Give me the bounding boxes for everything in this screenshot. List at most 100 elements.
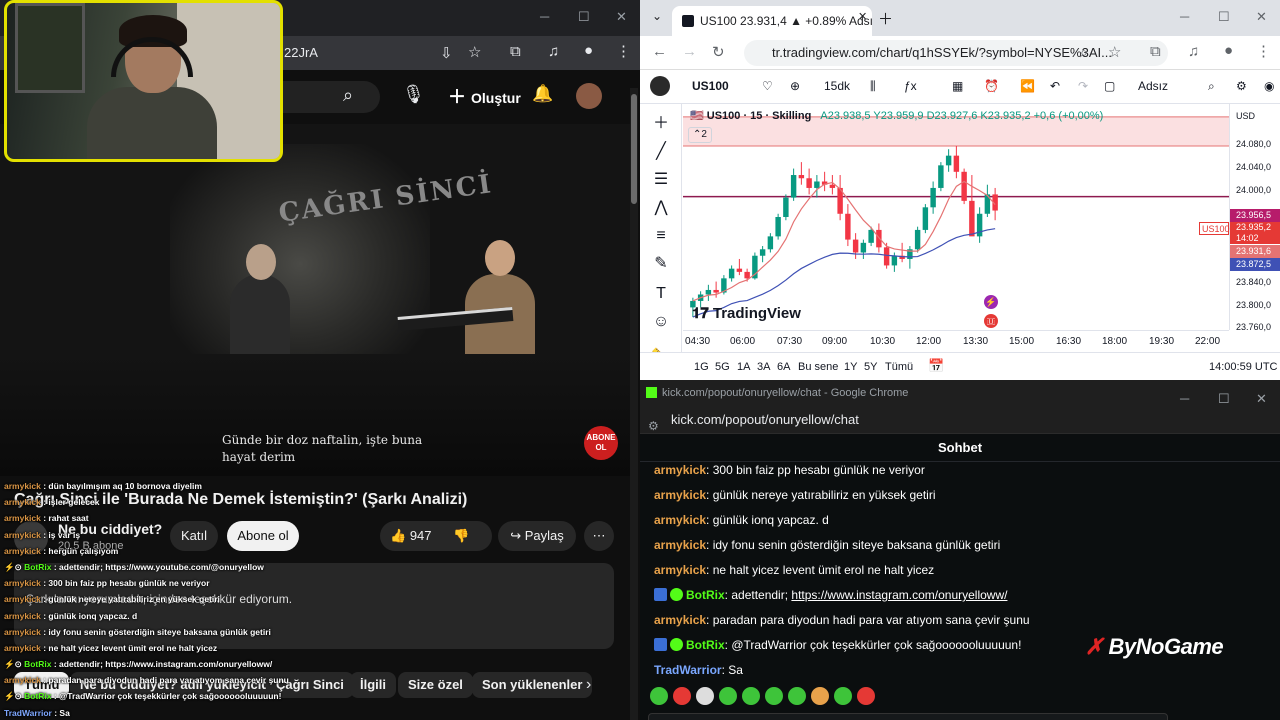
kick-url-bar[interactable]: ⚙ kick.com/popout/onuryellow/chat xyxy=(640,406,1280,434)
minimize-icon[interactable]: ─ xyxy=(540,9,549,24)
account-avatar[interactable] xyxy=(576,83,602,109)
chat-username[interactable]: BotRix xyxy=(686,588,725,602)
mic-icon[interactable]: 🎙 xyxy=(402,84,425,105)
profile-icon[interactable]: ● xyxy=(1224,42,1233,59)
trendline-icon[interactable]: ╱ xyxy=(650,142,672,162)
scrollbar-thumb[interactable] xyxy=(631,94,637,204)
fib-icon[interactable]: ≡ xyxy=(650,226,672,246)
range-button[interactable]: 1Y xyxy=(844,361,857,373)
alert-icon[interactable]: ⏰ xyxy=(984,79,999,93)
chart-type-icon[interactable]: ⫼ xyxy=(870,79,876,94)
chat-username[interactable]: BotRix xyxy=(686,638,725,652)
subscribe-watermark[interactable]: ABONE OL xyxy=(584,426,618,460)
reload-icon[interactable]: ↻ xyxy=(712,43,725,61)
chat-input[interactable] xyxy=(648,713,1168,720)
range-button[interactable]: 5Y xyxy=(864,361,877,373)
range-button[interactable]: 5G xyxy=(715,361,730,373)
new-tab-icon[interactable]: ＋ xyxy=(878,8,893,29)
layout-icon[interactable]: ▢ xyxy=(1104,79,1115,93)
search-icon[interactable]: ⌕ xyxy=(343,85,353,106)
user-avatar[interactable] xyxy=(650,76,670,96)
zoom-icon[interactable]: ⌕ xyxy=(1080,44,1088,61)
bookmark-star-icon[interactable]: ☆ xyxy=(468,43,481,61)
tab-tradingview[interactable]: US100 23.931,4 ▲ +0.89% Adsız xyxy=(672,6,872,36)
tab-search-icon[interactable]: ⌄ xyxy=(652,9,662,23)
event-flag-icon[interactable]: 🇺 xyxy=(984,314,998,328)
close-icon[interactable]: ✕ xyxy=(616,9,627,25)
yt-url[interactable]: 22JrA xyxy=(284,45,318,60)
chat-username[interactable]: armykick xyxy=(654,463,706,477)
install-icon[interactable]: ⇩ xyxy=(440,44,453,62)
emote-icon[interactable] xyxy=(673,687,691,705)
chat-username[interactable]: armykick xyxy=(654,513,706,527)
currency-label[interactable]: USD xyxy=(1236,111,1255,121)
create-button[interactable]: ＋ Oluştur xyxy=(440,82,529,112)
emote-icon[interactable] xyxy=(650,687,668,705)
menu-dots-icon[interactable]: ⋮ xyxy=(1256,42,1271,60)
price-chart[interactable] xyxy=(683,104,1229,330)
compare-icon[interactable]: ⊕ xyxy=(790,79,800,93)
extensions-icon[interactable]: ⧉ xyxy=(1150,43,1161,60)
media-icon[interactable]: ♫ xyxy=(1188,43,1199,60)
horizontal-lines-icon[interactable]: ☰ xyxy=(650,170,672,190)
interval-select[interactable]: 15dk xyxy=(824,79,850,93)
bookmark-star-icon[interactable]: ☆ xyxy=(1108,43,1121,61)
crosshair-icon[interactable]: ＋ xyxy=(650,114,672,134)
chat-username[interactable]: armykick xyxy=(654,613,706,627)
menu-dots-icon[interactable]: ⋮ xyxy=(616,42,631,60)
watchlist-add-icon[interactable]: ♡ xyxy=(762,79,773,93)
text-tool-icon[interactable]: T xyxy=(650,284,672,304)
emoji-icon[interactable]: ☺ xyxy=(650,312,672,332)
range-button[interactable]: 1A xyxy=(737,361,750,373)
chat-link[interactable]: https://www.instagram.com/onuryelloww/ xyxy=(791,588,1007,602)
utc-clock[interactable]: 14:00:59 UTC xyxy=(1209,361,1277,373)
emote-icon[interactable] xyxy=(765,687,783,705)
pitchfork-icon[interactable]: ⋀ xyxy=(650,198,672,218)
range-button[interactable]: 1G xyxy=(694,361,709,373)
emote-icon[interactable] xyxy=(834,687,852,705)
range-button[interactable]: 3A xyxy=(757,361,770,373)
replay-icon[interactable]: ⏪ xyxy=(1020,79,1035,93)
forward-icon[interactable]: → xyxy=(682,43,697,60)
minimize-icon[interactable]: ─ xyxy=(1180,9,1189,24)
redo-icon[interactable]: ↷ xyxy=(1078,79,1088,93)
media-icon[interactable]: ♫ xyxy=(548,43,559,60)
emote-icon[interactable] xyxy=(811,687,829,705)
settings-gear-icon[interactable]: ⚙ xyxy=(1236,79,1247,93)
extensions-icon[interactable]: ⧉ xyxy=(510,43,521,60)
emote-icon[interactable] xyxy=(857,687,875,705)
back-icon[interactable]: ← xyxy=(652,43,667,60)
chat-username[interactable]: armykick xyxy=(654,538,706,552)
tab-close-icon[interactable]: ✕ xyxy=(858,10,867,23)
layout-name[interactable]: Adsız xyxy=(1138,79,1168,93)
legend-title[interactable]: US100 · 15 · Skilling xyxy=(707,110,812,122)
event-lightning-icon[interactable]: ⚡ xyxy=(984,295,998,309)
maximize-icon[interactable]: ☐ xyxy=(578,9,590,25)
chat-username[interactable]: armykick xyxy=(654,563,706,577)
video-player[interactable]: ÇAĞRI SİNCİ Günde bir doz naftalin, işte… xyxy=(0,124,630,476)
undo-icon[interactable]: ↶ xyxy=(1050,79,1060,93)
camera-icon[interactable]: ◉ xyxy=(1264,79,1274,93)
tv-url-field[interactable]: tr.tradingview.com/chart/q1hSSYEk/?symbo… xyxy=(744,40,1168,66)
range-button[interactable]: Bu sene xyxy=(798,361,838,373)
emote-icon[interactable] xyxy=(742,687,760,705)
emote-icon[interactable] xyxy=(696,687,714,705)
time-axis[interactable] xyxy=(683,330,1229,352)
indicator-collapse[interactable]: ⌃2 xyxy=(688,127,712,143)
kick-url[interactable]: kick.com/popout/onuryellow/chat xyxy=(671,412,859,427)
chat-username[interactable]: TradWarrior xyxy=(654,663,722,677)
templates-icon[interactable]: ▦ xyxy=(952,79,963,93)
bell-icon[interactable]: 🔔 xyxy=(532,84,553,104)
calendar-icon[interactable]: 📅 xyxy=(928,358,944,374)
close-icon[interactable]: ✕ xyxy=(1256,9,1267,25)
profile-icon[interactable]: ● xyxy=(584,42,593,59)
range-button[interactable]: Tümü xyxy=(885,361,913,373)
quick-search-icon[interactable]: ⌕ xyxy=(1208,79,1215,94)
brush-icon[interactable]: ✎ xyxy=(650,254,672,274)
emote-icon[interactable] xyxy=(719,687,737,705)
range-button[interactable]: 6A xyxy=(777,361,790,373)
page-scrollbar[interactable] xyxy=(630,88,638,720)
chat-username[interactable]: armykick xyxy=(654,488,706,502)
maximize-icon[interactable]: ☐ xyxy=(1218,9,1230,25)
indicators-icon[interactable]: ƒx xyxy=(904,79,917,93)
